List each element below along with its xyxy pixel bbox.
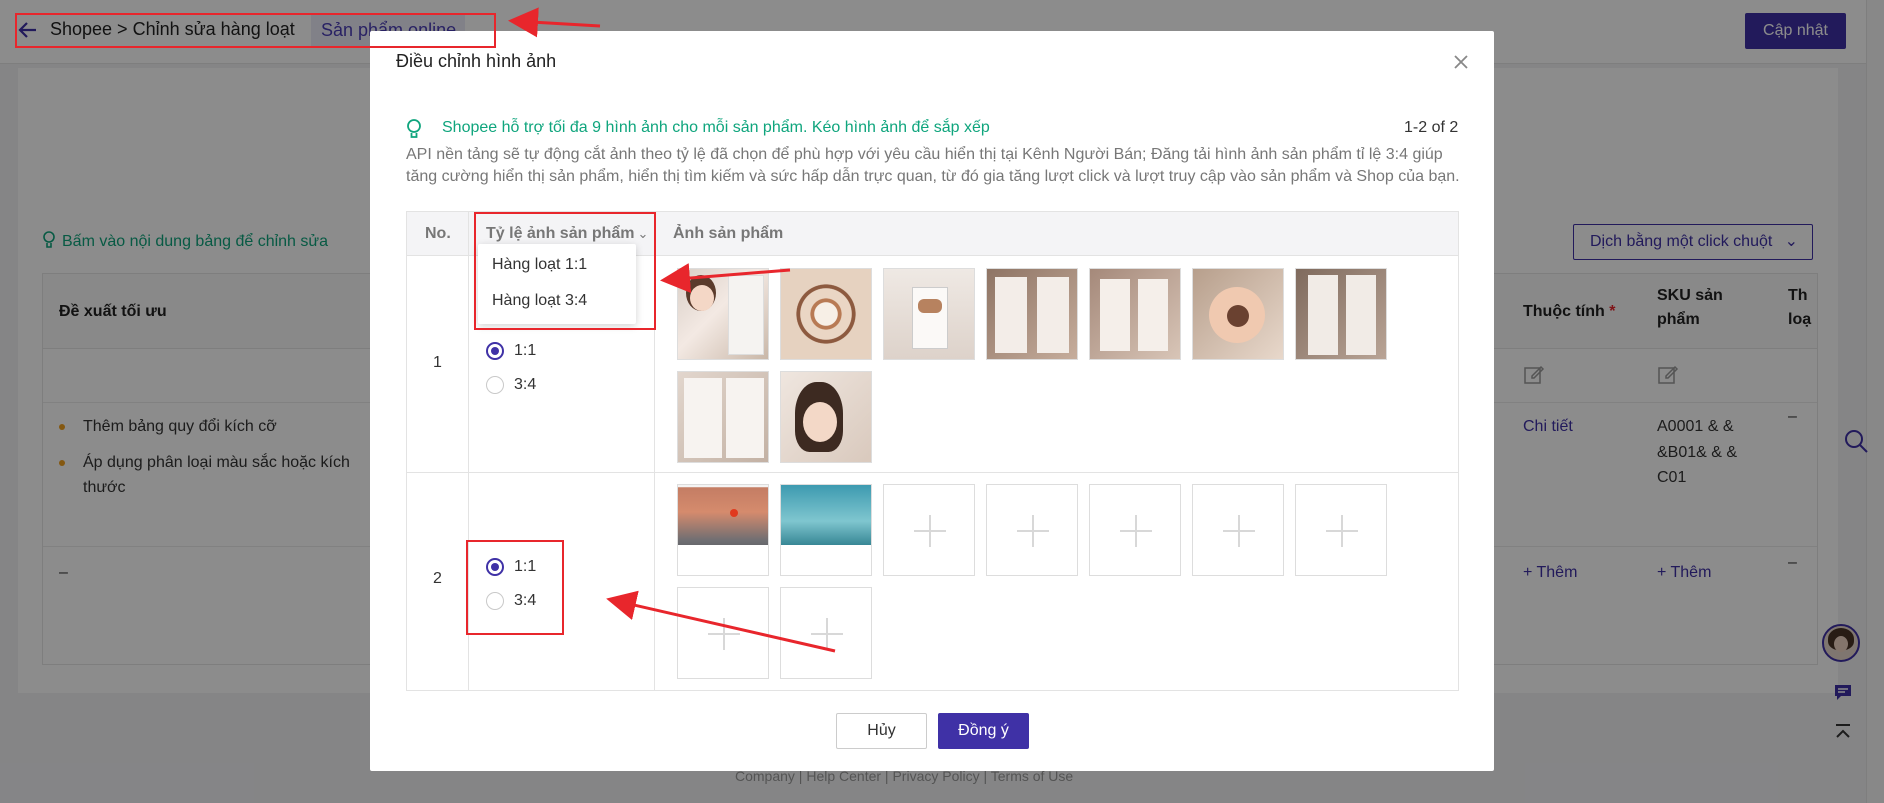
annotation-arrow <box>606 590 836 653</box>
annotation-arrows <box>508 7 836 653</box>
annotation-arrow <box>508 7 601 38</box>
annotation-arrow <box>660 263 791 294</box>
